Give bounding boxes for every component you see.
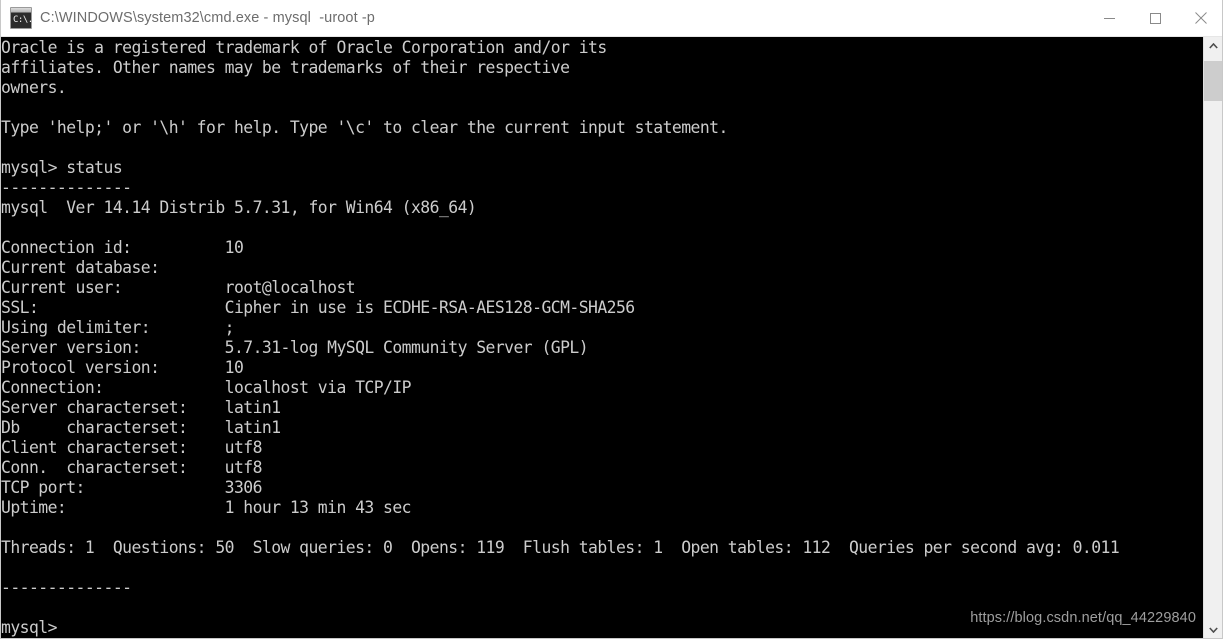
watermark-url: https://blog.csdn.net/qq_44229840 <box>970 610 1196 626</box>
console-line: mysql Ver 14.14 Distrib 5.7.31, for Win6… <box>1 198 477 217</box>
console-line: SSL: Cipher in use is ECDHE-RSA-AES128-G… <box>1 298 635 317</box>
console-text: Oracle is a registered trademark of Orac… <box>1 38 1206 638</box>
console-line: Using delimiter: ; <box>1 318 235 337</box>
scrollbar-thumb[interactable] <box>1204 61 1222 101</box>
console-line: Protocol version: 10 <box>1 358 244 377</box>
chevron-up-icon <box>1208 43 1218 49</box>
maximize-button[interactable] <box>1132 0 1178 36</box>
maximize-icon <box>1149 12 1161 24</box>
cmd-icon-titlestrip <box>11 8 31 13</box>
console-scrollbar[interactable] <box>1203 37 1222 638</box>
minimize-button[interactable] <box>1086 0 1132 36</box>
console-line: Oracle is a registered trademark of Orac… <box>1 38 607 57</box>
console-line: TCP port: 3306 <box>1 478 262 497</box>
scroll-down-button[interactable] <box>1204 621 1222 638</box>
console-line: -------------- <box>1 578 132 597</box>
cmd-console-icon: C:\. <box>10 7 32 29</box>
console-line: Connection: localhost via TCP/IP <box>1 378 412 397</box>
console-line: Db characterset: latin1 <box>1 418 281 437</box>
window-title: C:\WINDOWS\system32\cmd.exe - mysql -uro… <box>40 10 375 26</box>
close-button[interactable] <box>1178 0 1222 36</box>
close-icon <box>1195 12 1207 24</box>
scroll-up-button[interactable] <box>1204 37 1222 55</box>
cmd-window: C:\. C:\WINDOWS\system32\cmd.exe - mysql… <box>0 0 1223 639</box>
console-line: Connection id: 10 <box>1 238 244 257</box>
console-line: -------------- <box>1 178 132 197</box>
console-line: mysql> status <box>1 158 123 177</box>
console-line: Conn. characterset: utf8 <box>1 458 262 477</box>
console-line: affiliates. Other names may be trademark… <box>1 58 570 77</box>
chevron-down-icon <box>1208 627 1218 633</box>
title-bar[interactable]: C:\. C:\WINDOWS\system32\cmd.exe - mysql… <box>1 0 1222 37</box>
cmd-icon-label: C:\. <box>13 15 32 25</box>
scrollbar-track[interactable] <box>1204 55 1222 621</box>
console-line: owners. <box>1 78 67 97</box>
console-line: Threads: 1 Questions: 50 Slow queries: 0… <box>1 538 1120 557</box>
console-line: Server version: 5.7.31-log MySQL Communi… <box>1 338 589 357</box>
console-line: Server characterset: latin1 <box>1 398 281 417</box>
minimize-icon <box>1103 17 1115 19</box>
console-line: Current database: <box>1 258 160 277</box>
console-output-area[interactable]: Oracle is a registered trademark of Orac… <box>1 37 1222 638</box>
console-line: Current user: root@localhost <box>1 278 356 297</box>
console-line: Uptime: 1 hour 13 min 43 sec <box>1 498 412 517</box>
console-line: Type 'help;' or '\h' for help. Type '\c'… <box>1 118 728 137</box>
console-line: Client characterset: utf8 <box>1 438 262 457</box>
